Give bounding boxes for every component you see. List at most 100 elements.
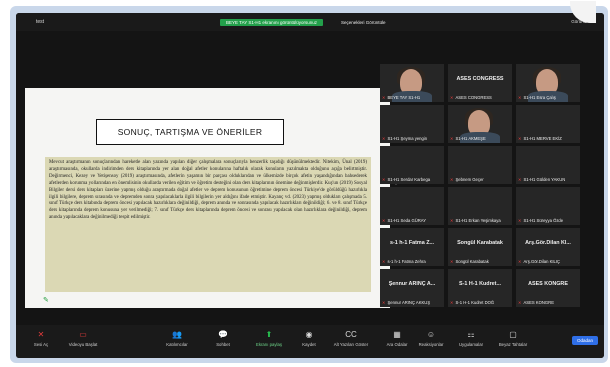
participant-label: ✕ BEYE TAY S1-H1	[382, 95, 420, 100]
participant-tile[interactable]: ✕ S1-H1 MERVE EKİZ	[516, 105, 580, 143]
mic-muted-icon: ✕	[518, 218, 522, 223]
toolbar-button-apps[interactable]: ⚏ Uygulamalar	[450, 329, 492, 347]
leave-button[interactable]: Odadan	[571, 336, 598, 345]
participant-tile[interactable]: ✕ S1-H1 Erkan Yeşimkaya	[448, 187, 512, 225]
mic-muted-icon: ✕	[382, 136, 386, 141]
mic-muted-icon: ✕	[518, 300, 522, 305]
toolbar-button-mic-muted[interactable]: ✕ Sesi Aç	[20, 329, 62, 347]
participant-label: ✕ ASES CONGRESS	[450, 95, 492, 100]
participant-label-text: S1-H1 Esra Çalış	[523, 95, 556, 100]
chat-icon: 💬	[218, 330, 228, 339]
participant-tile[interactable]: ✕ S1-H1 Gülden YAKUN	[516, 146, 580, 184]
participant-tile[interactable]: Şennur ARINÇ A... ✕ Şennur ARINÇ AKKUŞ	[380, 269, 444, 307]
toolbar-button-label: Alt Yazıları Göster	[333, 342, 369, 347]
toolbar-button-captions[interactable]: CC Alt Yazıları Göster	[330, 329, 372, 347]
participant-tile[interactable]: ✕ S1-H1 Seda GÜRAY	[380, 187, 444, 225]
participants-icon: 👥	[172, 330, 182, 339]
participant-label: ✕ Şebnem Geçer	[450, 177, 484, 182]
top-bar: test BEYE TAY S1-H1 ekranını görüntülüyo…	[16, 13, 604, 31]
toolbar-button-label: Videoyu Başlat	[68, 342, 98, 347]
toolbar-button-share-screen[interactable]: ⬆ Ekranı paylaş	[248, 329, 290, 347]
participant-name-large: S-1 H-1 Kudret...	[459, 281, 501, 287]
shared-slide: SONUÇ, TARTIŞMA VE ÖNERİLER Mevcut araşt…	[25, 88, 390, 308]
mic-muted-icon: ✕	[518, 177, 522, 182]
participant-label-text: BEYE TAY S1-H1	[387, 95, 421, 100]
participant-label: ✕ S1-H1 Süreyya Özde	[518, 218, 563, 223]
participant-tile[interactable]: S-1 H-1 Kudret... ✕ S-1 H-1 Kudret DOĞ	[448, 269, 512, 307]
mic-muted-icon: ✕	[450, 95, 454, 100]
toolbar-button-label: Reaksiyonlar	[418, 342, 444, 347]
participant-tile[interactable]: ✕ S1-H1 AKMEŞE	[448, 105, 512, 143]
participant-name-large: ASES KONGRE	[528, 281, 568, 287]
mic-muted-icon: ✕	[382, 218, 386, 223]
window-title: test	[36, 19, 45, 25]
toolbar-button-label: Ekranı paylaş	[255, 342, 283, 347]
participant-label-text: Arş.Gör.Dilan KILIÇ	[523, 259, 561, 264]
toolbar-button-record[interactable]: ◉ Kaydet	[288, 329, 330, 347]
participant-tile[interactable]: ✕ S1-H1 Şeyma yengin	[380, 105, 444, 143]
mic-muted-icon: ✕	[518, 259, 522, 264]
participant-tile[interactable]: ✕ S1-H1 Süreyya Özde	[516, 187, 580, 225]
participant-label: ✕ Arş.Gör.Dilan KILIÇ	[518, 259, 560, 264]
whiteboard-icon: ▢	[509, 330, 517, 339]
participant-tile[interactable]: s-1 h-1 Fatma Z... ✕ s-1 h-1 Fatma Zehra	[380, 228, 444, 266]
participant-name-large: Arş.Gör.Dilan Kl...	[525, 240, 571, 246]
participant-label-text: S1-H1 Şeyma yengin	[387, 136, 428, 141]
participant-label-text: S-1 H-1 Kudret DOĞ	[455, 300, 495, 305]
participant-label-text: S1-H1 Serdar Karbega	[387, 177, 431, 182]
participant-label: ✕ S1-H1 Seda GÜRAY	[382, 218, 426, 223]
mic-muted-icon: ✕	[382, 95, 386, 100]
mic-muted-icon: ✕	[382, 177, 386, 182]
toolbar-button-label: Uygulamalar	[458, 342, 484, 347]
participant-label: ✕ S1-H1 Gülden YAKUN	[518, 177, 565, 182]
participant-label-text: S1-H1 Seda GÜRAY	[387, 218, 427, 223]
participant-label-text: Şebnem Geçer	[455, 177, 484, 182]
mic-muted-icon: ✕	[518, 136, 522, 141]
mic-muted-icon: ✕	[450, 136, 454, 141]
toolbar-button-participants[interactable]: 👥 Katılımcılar	[156, 329, 198, 347]
toolbar-button-video-off[interactable]: ▭ Videoyu Başlat	[62, 329, 104, 347]
mic-muted-icon: ✕	[382, 259, 386, 264]
participant-name-large: ASES CONGRESS	[456, 76, 504, 82]
participant-name-large: Şennur ARINÇ A...	[388, 281, 436, 287]
toolbar-button-label: Sesi Aç	[33, 342, 49, 347]
participant-tile[interactable]: ASES CONGRESS ✕ ASES CONGRESS	[448, 64, 512, 102]
mic-muted-icon: ✕	[450, 300, 454, 305]
view-options-button[interactable]: Seçenekleri Görüntüle	[341, 20, 386, 25]
participant-label: ✕ ASES KONGRE	[518, 300, 554, 305]
participant-label: ✕ S-1 H-1 Kudret DOĞ	[450, 300, 494, 305]
participant-tile[interactable]: ✕ S1-H1 Serdar Karbega	[380, 146, 444, 184]
participant-tile[interactable]: ✕ S1-H1 Esra Çalış	[516, 64, 580, 102]
participant-tile[interactable]: Arş.Gör.Dilan Kl... ✕ Arş.Gör.Dilan KILIÇ	[516, 228, 580, 266]
screen-share-banner: BEYE TAY S1-H1 ekranını görüntülüyorsunu…	[220, 19, 323, 26]
participant-label: ✕ S1-H1 MERVE EKİZ	[518, 136, 562, 141]
toolbar-button-label: Ara Odalar	[386, 342, 408, 347]
toolbar-button-whiteboard[interactable]: ▢ Beyaz Tahtalar	[492, 329, 534, 347]
participant-tile[interactable]: Songül Karabatak ✕ Songül Karabatak	[448, 228, 512, 266]
participant-label-text: Şennur ARINÇ AKKUŞ	[387, 300, 431, 305]
toolbar-button-label: Beyaz Tahtalar	[498, 342, 528, 347]
slide-body-text: Mevcut araştırmanın sonuçlarından hareke…	[45, 157, 371, 292]
toolbar-button-reactions[interactable]: ☺ Reaksiyonlar	[410, 329, 452, 347]
participant-label: ✕ Songül Karabatak	[450, 259, 489, 264]
participant-tile[interactable]: ✕ Şebnem Geçer	[448, 146, 512, 184]
participant-tile[interactable]: ✕ BEYE TAY S1-H1	[380, 64, 444, 102]
annotate-pen-icon[interactable]: ✎	[43, 296, 49, 304]
zoom-window: test BEYE TAY S1-H1 ekranını görüntülüyo…	[16, 13, 604, 358]
apps-icon: ⚏	[467, 330, 475, 339]
meeting-toolbar: Odadan ✕ Sesi Aç ▭ Videoyu Başlat 👥 Katılımcı…	[16, 325, 604, 358]
participant-name-large: s-1 h-1 Fatma Z...	[389, 240, 435, 246]
mic-muted-icon: ✕	[450, 218, 454, 223]
participant-label-text: ASES KONGRE	[523, 300, 554, 305]
toolbar-button-chat[interactable]: 💬 Sohbet	[202, 329, 244, 347]
participant-label-text: S1-H1 Erkan Yeşimkaya	[455, 218, 501, 223]
participant-label-text: S1-H1 Gülden YAKUN	[523, 177, 566, 182]
captions-icon: CC	[345, 330, 357, 339]
photo-frame: test BEYE TAY S1-H1 ekranını görüntülüyo…	[0, 0, 610, 367]
toolbar-button-label: Sohbet	[216, 342, 230, 347]
participant-name-large: Songül Karabatak	[457, 240, 503, 246]
participant-tile[interactable]: ASES KONGRE ✕ ASES KONGRE	[516, 269, 580, 307]
participant-label: ✕ S1-H1 Erkan Yeşimkaya	[450, 218, 501, 223]
participant-label-text: s-1 h-1 Fatma Zehra	[387, 259, 426, 264]
mic-muted-icon: ✕	[37, 330, 45, 339]
